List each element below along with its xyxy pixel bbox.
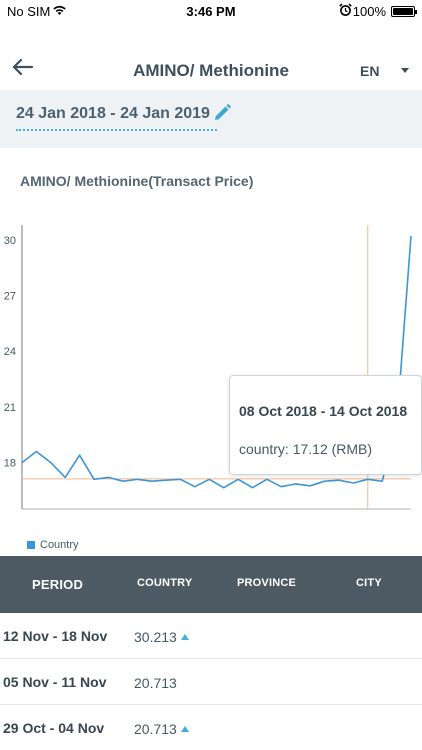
table-header: PERIOD COUNTRY PROVINCE CITY: [0, 556, 422, 613]
y-tick-label: 27: [4, 291, 16, 303]
alarm-clock-icon: [339, 3, 352, 16]
legend-swatch-country: [27, 541, 35, 549]
row-country-price: 20.713: [134, 675, 177, 691]
column-header-period[interactable]: PERIOD: [32, 577, 83, 592]
language-select[interactable]: EN: [360, 63, 416, 83]
battery-icon: [391, 6, 417, 17]
caret-down-icon: [401, 68, 409, 73]
table-row[interactable]: 12 Nov - 18 Nov 30.213: [0, 613, 422, 659]
triangle-up-icon: [180, 634, 189, 640]
row-period: 29 Oct - 04 Nov: [3, 720, 105, 736]
row-country-price: 30.213: [134, 629, 189, 645]
date-range-underline: [16, 129, 217, 131]
app-header: AMINO/ Methionine EN: [0, 44, 422, 94]
column-header-country[interactable]: COUNTRY: [137, 577, 192, 589]
tooltip-value: country: 17.12 (RMB): [239, 441, 373, 457]
table-row[interactable]: 05 Nov - 11 Nov 20.713: [0, 659, 422, 705]
table-row[interactable]: 29 Oct - 04 Nov 20.713: [0, 705, 422, 750]
page-title: AMINO/ Methionine: [133, 61, 289, 80]
y-tick-label: 18: [4, 458, 16, 470]
y-tick-label: 24: [4, 346, 16, 358]
tooltip-period: 08 Oct 2018 - 14 Oct 2018: [239, 403, 408, 419]
battery-percentage: 100%: [352, 4, 386, 19]
date-range-text: 24 Jan 2018 - 24 Jan 2019: [16, 105, 210, 122]
y-tick-label: 21: [4, 402, 16, 414]
y-tick-label: 30: [4, 235, 16, 247]
legend-label-country: Country: [40, 539, 79, 551]
chart-tooltip: 08 Oct 2018 - 14 Oct 2018 country: 17.12…: [229, 375, 422, 475]
chart-title: AMINO/ Methionine(Transact Price): [20, 173, 254, 189]
pencil-icon[interactable]: [212, 103, 232, 123]
status-bar: No SIM 3:46 PM 100%: [0, 0, 422, 24]
language-value: EN: [360, 63, 380, 79]
triangle-up-icon: [180, 726, 189, 732]
row-period: 05 Nov - 11 Nov: [3, 674, 107, 690]
column-header-city[interactable]: CITY: [356, 577, 382, 589]
row-country-price: 20.713: [134, 721, 189, 737]
date-range-selector[interactable]: 24 Jan 2018 - 24 Jan 2019: [0, 90, 422, 148]
row-period: 12 Nov - 18 Nov: [3, 628, 108, 644]
column-header-province[interactable]: PROVINCE: [237, 577, 296, 589]
